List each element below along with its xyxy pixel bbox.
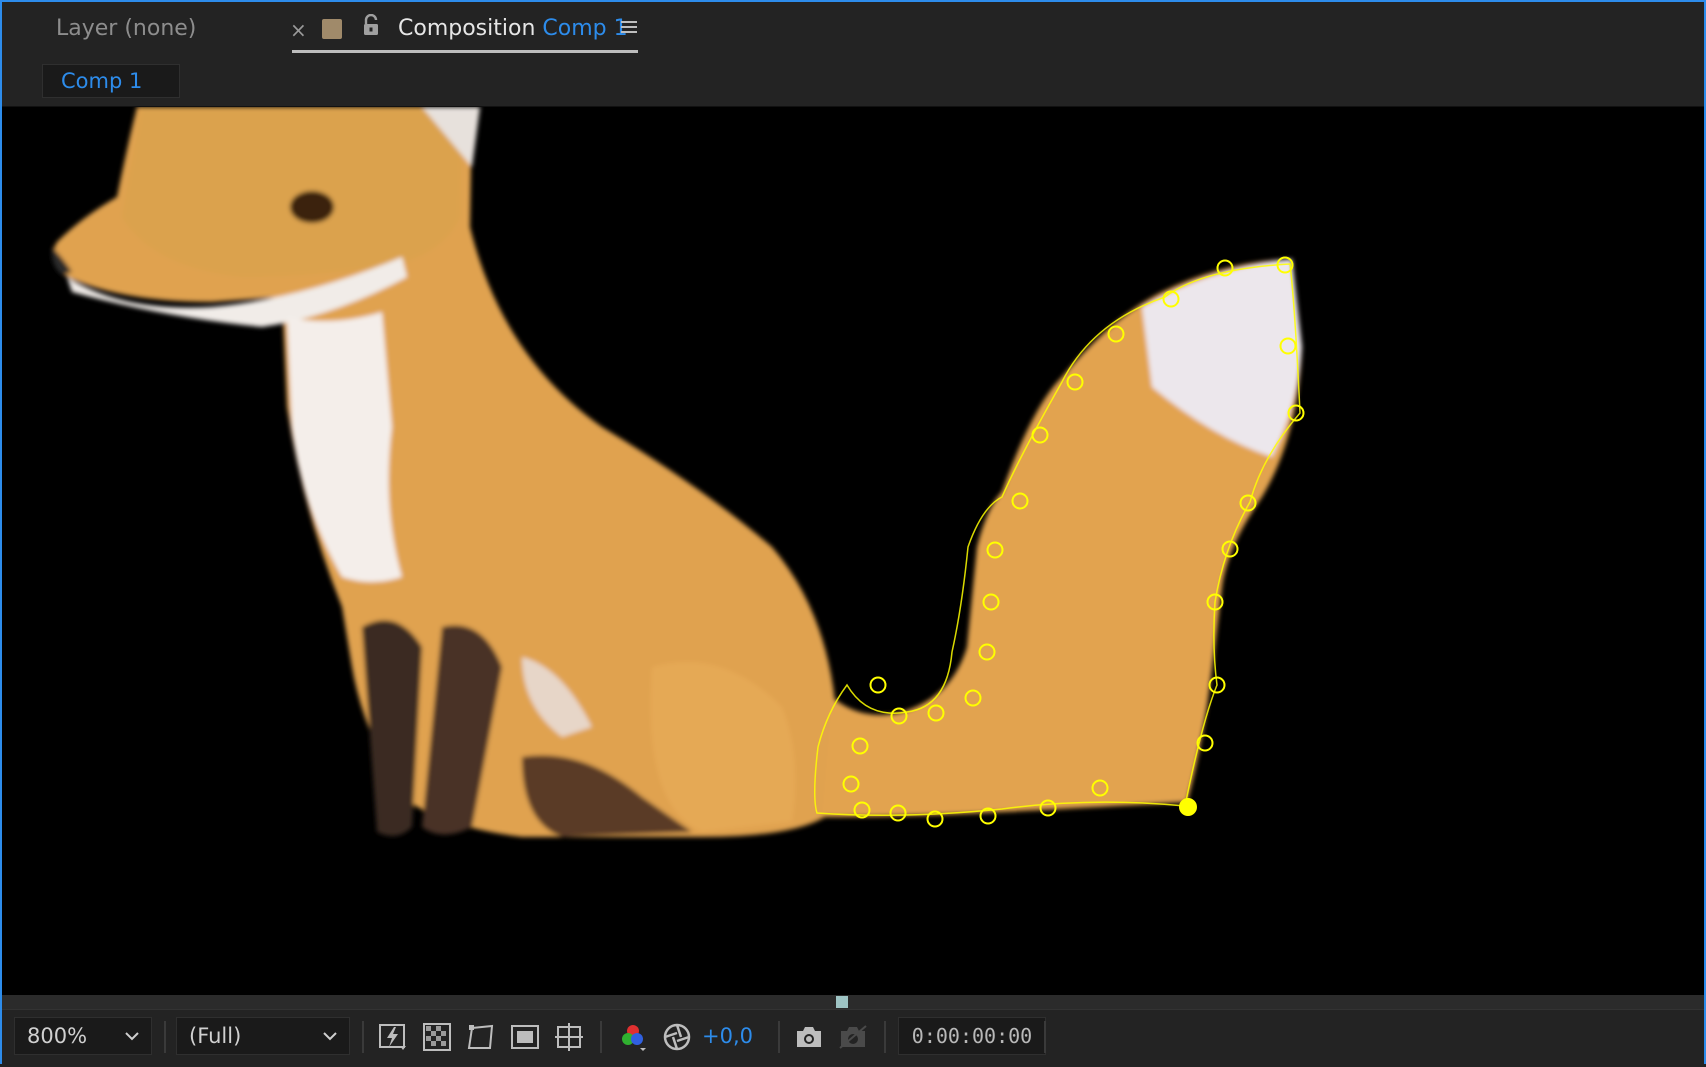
color-management-icon[interactable] <box>660 1020 694 1054</box>
composition-tab-label: Composition <box>398 16 536 41</box>
fox-image <box>51 107 1302 837</box>
snapshot-camera-icon[interactable] <box>792 1020 826 1054</box>
toolbar-divider <box>884 1021 886 1053</box>
guides-grid-icon[interactable] <box>552 1020 586 1054</box>
composition-tab-name: Comp 1 <box>542 16 628 41</box>
toolbar-divider <box>164 1021 166 1053</box>
viewer-canvas <box>51 107 1305 837</box>
toolbar-divider <box>1044 1021 1046 1053</box>
toolbar-divider <box>362 1021 364 1053</box>
viewer-toolbar: 800% (Full) +0,0 0:00:00:00 <box>2 1009 1704 1067</box>
lock-icon[interactable] <box>362 13 380 40</box>
toolbar-divider <box>600 1021 602 1053</box>
show-snapshot-icon[interactable] <box>836 1020 870 1054</box>
active-tab-indicator <box>292 50 638 53</box>
label-color-swatch[interactable] <box>322 19 342 39</box>
close-icon[interactable]: × <box>290 18 307 42</box>
resolution-dropdown[interactable]: (Full) <box>176 1017 350 1055</box>
mask-path-visibility-icon[interactable] <box>464 1020 498 1054</box>
region-of-interest-icon[interactable] <box>508 1020 542 1054</box>
time-ruler[interactable] <box>2 995 1704 1009</box>
current-timecode[interactable]: 0:00:00:00 <box>898 1017 1046 1055</box>
resolution-value: (Full) <box>189 1024 242 1048</box>
color-channels-icon[interactable] <box>616 1020 650 1054</box>
selected-mask-vertex[interactable] <box>1179 798 1197 816</box>
transparency-grid-icon[interactable] <box>420 1020 454 1054</box>
toolbar-divider <box>778 1021 780 1053</box>
hamburger-menu-icon[interactable] <box>620 18 638 40</box>
fast-preview-icon[interactable] <box>376 1020 410 1054</box>
composition-viewer[interactable] <box>2 107 1704 995</box>
tab-composition[interactable]: Composition Comp 1 <box>398 16 628 41</box>
layer-tab[interactable]: Layer (none) <box>56 16 196 41</box>
exposure-value[interactable]: +0,0 <box>702 1024 753 1048</box>
breadcrumb[interactable]: Comp 1 <box>42 64 180 98</box>
mask-vertex[interactable] <box>869 676 887 694</box>
panel-tab-bar: Layer (none) × Composition Comp 1 <box>2 2 1704 56</box>
chevron-down-icon <box>125 1018 139 1065</box>
current-time-indicator[interactable] <box>836 996 848 1008</box>
magnification-dropdown[interactable]: 800% <box>14 1017 152 1055</box>
composition-breadcrumb-bar: Comp 1 <box>2 56 1704 107</box>
composition-panel: Layer (none) × Composition Comp 1 Comp 1 <box>0 0 1706 1067</box>
chevron-down-icon <box>323 1018 337 1065</box>
magnification-value: 800% <box>27 1024 88 1048</box>
